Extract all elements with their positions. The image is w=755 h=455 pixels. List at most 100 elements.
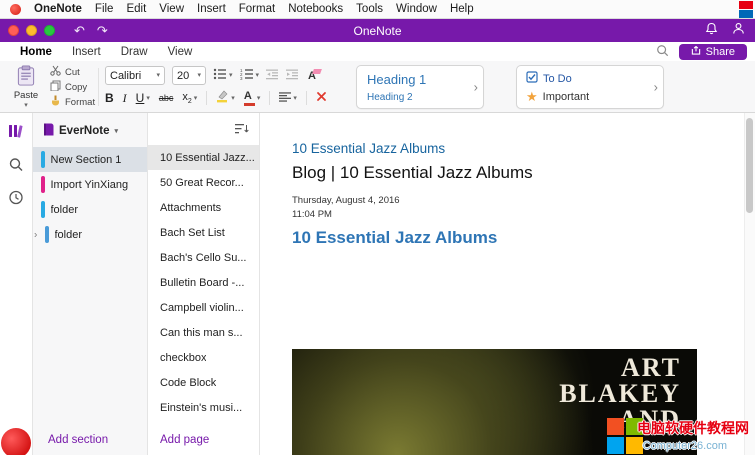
album-text-line: ART [292,355,681,381]
section-row[interactable]: New Section 1 [33,147,147,172]
menu-window[interactable]: Window [396,3,437,15]
section-row[interactable]: folder [33,197,147,222]
page-row[interactable]: Bach's Cello Su... [148,245,259,270]
section-label: folder [55,229,83,241]
menu-help[interactable]: Help [450,3,474,15]
increase-indent-button[interactable] [286,67,299,85]
menu-insert[interactable]: Insert [197,3,226,15]
chevron-down-icon: ▾ [24,102,28,109]
note-title[interactable]: Blog | 10 Essential Jazz Albums [292,163,533,183]
numbered-list-button[interactable]: 123 ▾ [240,67,260,85]
notebooks-library-icon[interactable] [8,123,24,144]
note-heading[interactable]: 10 Essential Jazz Albums [292,228,497,248]
highlighter-button[interactable]: ▾ [216,89,235,108]
chevron-right-icon[interactable]: › [474,80,478,95]
page-title-label: Bach Set List [160,227,225,239]
page-row[interactable]: checkbox [148,345,259,370]
section-group-row[interactable]: › folder [33,222,147,247]
strikethrough-button[interactable]: abc [159,93,174,103]
paragraph-alignment-button[interactable]: ▾ [279,89,297,107]
bold-button[interactable]: B [105,91,114,105]
scrollbar-thumb[interactable] [746,118,753,213]
page-row[interactable]: Bach Set List [148,220,259,245]
page-row[interactable]: Code Block [148,370,259,395]
section-color-bar [41,151,45,168]
chevron-down-icon: ▾ [197,72,201,79]
close-button[interactable] [8,25,19,36]
tag-todo[interactable]: To Do [526,71,572,86]
format-painter-button[interactable]: Format [50,95,95,109]
italic-button[interactable]: I [123,91,127,106]
tab-insert[interactable]: Insert [72,46,101,58]
undo-button[interactable]: ↶ [74,24,85,37]
clear-formatting-button[interactable]: A [306,70,318,82]
zoom-button[interactable] [44,25,55,36]
decrease-indent-button[interactable] [266,67,279,85]
add-section-button[interactable]: Add section [48,434,108,446]
onenote-window: OneNote File Edit View Insert Format Not… [0,0,755,455]
notifications-bell-icon[interactable] [705,22,718,40]
cut-button[interactable]: Cut [50,65,95,79]
page-row[interactable]: Bulletin Board -... [148,270,259,295]
ribbon-tab-strip: Home Insert Draw View Share [0,42,755,61]
tag-important[interactable]: ★ Important [526,90,589,103]
font-size-dropdown[interactable]: 20 ▾ [172,66,206,85]
section-row[interactable]: Import YinXiang [33,172,147,197]
redo-button[interactable]: ↷ [97,24,108,37]
clipboard-icon [17,65,35,89]
format-label: Format [65,97,95,108]
ribbon: Paste ▾ Cut Copy Format Calibri ▾ [0,61,755,113]
eraser-icon [312,69,322,74]
chevron-down-icon: ▾ [229,72,233,79]
chevron-right-icon[interactable]: › [654,80,658,95]
page-row[interactable]: Can this man s... [148,320,259,345]
chevron-right-icon[interactable]: › [34,229,37,240]
recent-clock-icon[interactable] [9,190,24,210]
font-color-button[interactable]: A ▾ [244,91,261,106]
scrollbar-track[interactable] [744,113,755,455]
menu-notebooks[interactable]: Notebooks [288,3,343,15]
chevron-down-icon: ▾ [231,95,235,102]
page-row[interactable]: 10 Essential Jazz... [148,145,259,170]
delete-button[interactable] [316,89,327,107]
pages-header [148,113,259,145]
watermark-text-en: Computer26.com [643,440,727,452]
page-row[interactable]: 50 Great Recor... [148,170,259,195]
paste-label: Paste [14,90,38,101]
window-title: OneNote [353,24,401,38]
tab-home[interactable]: Home [20,46,52,58]
apple-logo[interactable] [10,4,21,15]
menu-tools[interactable]: Tools [356,3,383,15]
minimize-button[interactable] [26,25,37,36]
note-canvas[interactable]: 10 Essential Jazz Albums Blog | 10 Essen… [260,113,755,455]
search-icon[interactable] [656,44,669,60]
subscript-button[interactable]: x2 ▾ [182,91,197,105]
menu-file[interactable]: File [95,3,114,15]
page-row[interactable]: Campbell violin... [148,295,259,320]
share-button[interactable]: Share [679,44,747,60]
tags-gallery[interactable]: To Do ★ Important › [516,65,664,109]
paste-button[interactable]: Paste ▾ [6,64,46,110]
font-family-dropdown[interactable]: Calibri ▾ [105,66,165,85]
section-label: New Section 1 [51,154,122,166]
style-heading2[interactable]: Heading 2 [367,92,413,103]
underline-button[interactable]: U ▾ [136,91,150,105]
bullet-list-button[interactable]: ▾ [213,67,233,85]
sort-pages-icon[interactable] [235,122,249,140]
menu-format[interactable]: Format [239,3,275,15]
tab-view[interactable]: View [168,46,193,58]
search-icon[interactable] [9,157,24,177]
page-row[interactable]: Einstein's musi... [148,395,259,420]
menu-onenote[interactable]: OneNote [34,3,82,15]
menu-view[interactable]: View [159,3,184,15]
tab-draw[interactable]: Draw [121,46,148,58]
style-heading1[interactable]: Heading 1 [367,72,426,87]
menu-edit[interactable]: Edit [126,3,146,15]
account-person-icon[interactable] [732,22,745,40]
styles-gallery[interactable]: Heading 1 Heading 2 › [356,65,484,109]
page-row[interactable]: Attachments [148,195,259,220]
numbered-list-icon: 123 [240,67,254,85]
notebook-switcher[interactable]: EverNote ▾ [33,113,147,147]
add-page-button[interactable]: Add page [160,434,209,446]
copy-button[interactable]: Copy [50,80,95,94]
